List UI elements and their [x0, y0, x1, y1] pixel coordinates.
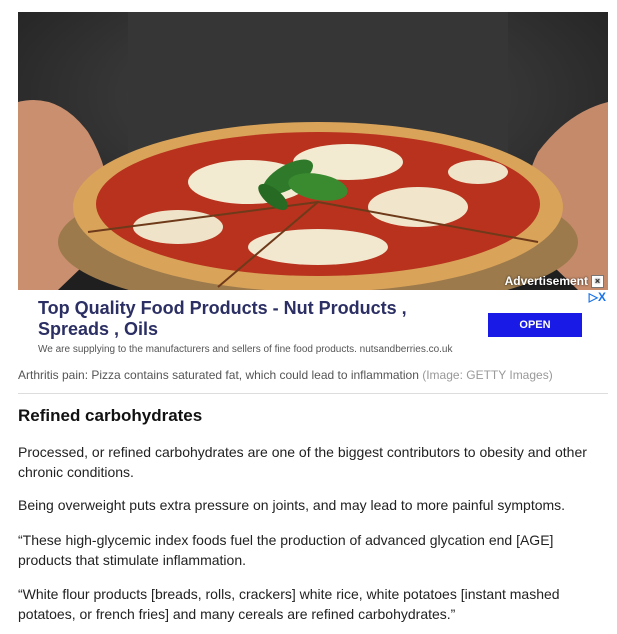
advertisement-text: Advertisement: [504, 274, 588, 288]
open-button[interactable]: OPEN: [488, 313, 582, 337]
pizza-photo[interactable]: Advertisement ×: [18, 12, 608, 290]
ad-banner[interactable]: Top Quality Food Products - Nut Products…: [18, 290, 608, 362]
ad-headline[interactable]: Top Quality Food Products - Nut Products…: [38, 298, 468, 340]
article-paragraph: “White flour products [breads, rolls, cr…: [18, 586, 560, 622]
pizza-image: [18, 12, 608, 290]
image-credit: (Image: GETTY Images): [422, 368, 553, 382]
article-paragraph: Being overweight puts extra pressure on …: [18, 497, 566, 513]
article-paragraph: Processed, or refined carbohydrates are …: [18, 444, 587, 480]
section-heading: Refined carbohydrates: [18, 406, 203, 425]
advertisement-label: Advertisement ×: [505, 274, 604, 288]
close-icon[interactable]: ×: [591, 274, 604, 288]
article-paragraph: “These high-glycemic index foods fuel th…: [18, 532, 554, 568]
ad-subtext: We are supplying to the manufacturers an…: [38, 344, 453, 355]
adchoices-icon[interactable]: ▷X: [589, 290, 606, 304]
caption-text: Arthritis pain: Pizza contains saturated…: [18, 368, 419, 382]
image-caption: Arthritis pain: Pizza contains saturated…: [18, 368, 608, 394]
